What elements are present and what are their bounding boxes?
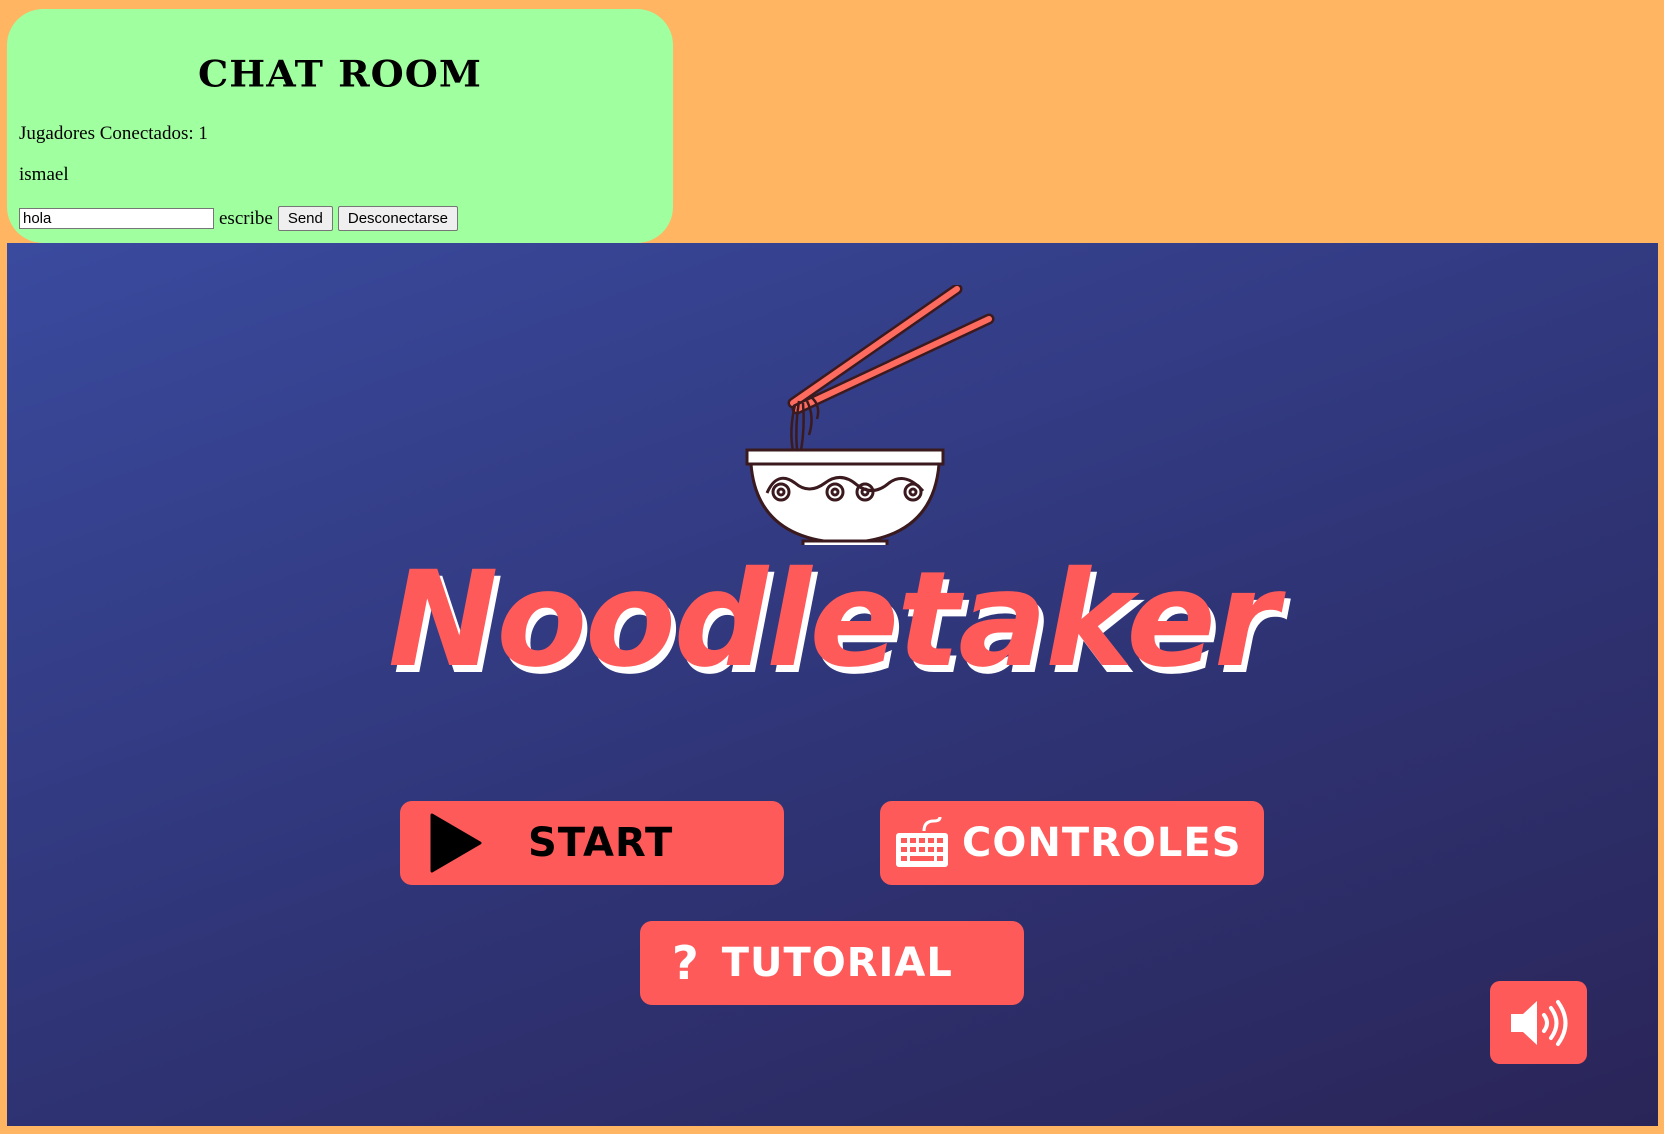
start-button[interactable]: START [400,801,784,885]
start-label: START [528,820,674,866]
controls-label: CONTROLES [962,820,1242,866]
connected-players-count: Jugadores Conectados: 1 [19,123,208,144]
tutorial-button[interactable]: ? TUTORIAL [640,921,1024,1005]
game-canvas: Noodletaker START CONTROLES ? TUTORIAL [7,243,1658,1126]
send-button[interactable]: Send [277,206,333,231]
disconnect-button[interactable]: Desconectarse [337,206,458,231]
play-icon [430,813,482,873]
controls-button[interactable]: CONTROLES [880,801,1264,885]
question-icon: ? [672,936,700,990]
chat-input-hint: escribe [219,207,273,229]
chat-message-input[interactable] [19,208,214,229]
sound-toggle-button[interactable] [1490,981,1587,1064]
game-title: Noodletaker [388,543,1279,697]
chat-room-title: CHAT ROOM [198,52,482,95]
speaker-volume-icon [1510,999,1567,1046]
chat-room-panel: CHAT ROOM Jugadores Conectados: 1 ismael… [7,9,673,243]
tutorial-label: TUTORIAL [721,940,953,986]
keyboard-icon [896,817,948,867]
connected-user-name: ismael [19,164,69,185]
chat-controls-row: escribe Send Desconectarse [19,206,458,231]
noodle-bowl-logo [745,285,995,545]
